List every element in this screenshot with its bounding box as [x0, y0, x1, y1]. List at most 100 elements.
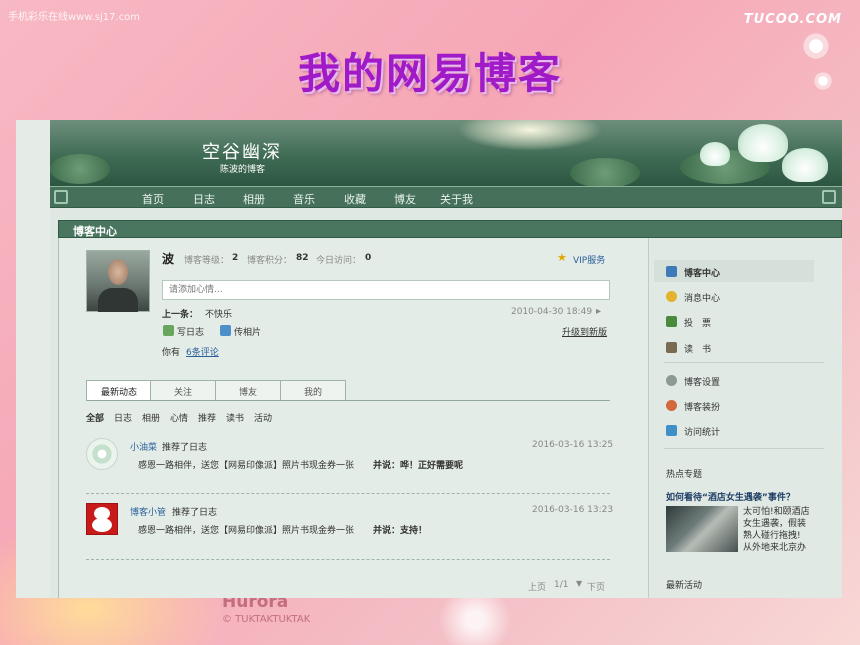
hot-topic-line-2[interactable]: 女生遇袭，假装 [743, 519, 806, 530]
site-logo: TUCOO.COM [743, 12, 842, 27]
hot-topic-title[interactable]: 如何看待“酒店女生遇袭”事件？ [666, 490, 795, 503]
blog-points-label: 博客积分： [247, 256, 293, 266]
nav-albums[interactable]: 相册 [243, 191, 265, 207]
mood-input[interactable] [162, 280, 610, 300]
comments-link[interactable]: 6条评论 [186, 345, 219, 358]
palette-icon [666, 400, 677, 411]
feed-note: 并说：支持！ [373, 526, 428, 536]
vote-icon [666, 316, 677, 327]
today-visits-value: 0 [365, 253, 372, 263]
stats-icon [666, 425, 677, 436]
leaf-decoration [570, 158, 640, 188]
sparkle-decoration [420, 595, 530, 645]
tabs-underline [86, 400, 610, 401]
left-strip [16, 120, 50, 598]
gear-icon [666, 375, 677, 386]
feed-separator [86, 559, 610, 560]
nav-logs[interactable]: 日志 [193, 191, 215, 207]
profile-name[interactable]: 波 [162, 250, 174, 267]
message-icon [666, 291, 677, 302]
bottom-logo-subtext: © TUKTAKTUKTAK [222, 614, 311, 625]
latest-activity-label: 最新活动 [666, 581, 703, 591]
hot-topic-image[interactable] [666, 506, 738, 552]
leaf-decoration [50, 154, 110, 184]
previous-mood-label: 上一条： [162, 310, 199, 320]
slide-title: 我的网易博客 [297, 49, 562, 98]
pager-page: 1/1 [554, 580, 569, 590]
filter-reading[interactable]: 读书 [226, 411, 244, 424]
blog-banner [50, 120, 842, 188]
nav-favorites[interactable]: 收藏 [344, 191, 366, 207]
sidebar-item-decorate[interactable]: 博客装扮 [684, 400, 720, 413]
sidebar-item-stats[interactable]: 访问统计 [684, 425, 720, 438]
nav-ornament [54, 190, 68, 204]
feed-action: 推荐了日志 [162, 443, 208, 453]
filter-albums[interactable]: 相册 [142, 411, 160, 424]
sidebar-item-vote[interactable]: 投 票 [684, 316, 711, 329]
feed-time: 2016-03-16 13:23 [532, 505, 614, 515]
filter-all[interactable]: 全部 [86, 411, 104, 424]
vip-service-link[interactable]: VIP服务 [573, 253, 605, 266]
filter-logs[interactable]: 日志 [114, 411, 132, 424]
tab-following[interactable]: 关注 [150, 380, 216, 400]
feed-user[interactable]: 博客小管 [130, 505, 166, 518]
feed-separator [86, 493, 610, 494]
sidebar-item-messages[interactable]: 消息中心 [684, 291, 720, 304]
previous-mood-time: 2010-04-30 18:49 [511, 307, 593, 317]
blog-title: 空谷幽深 [202, 142, 282, 163]
feed-action: 推荐了日志 [172, 508, 218, 518]
sidebar-active-highlight [654, 260, 814, 282]
panel-title: 博客中心 [73, 225, 117, 238]
nav-home[interactable]: 首页 [142, 191, 164, 207]
lotus-decoration [738, 124, 788, 162]
hot-topic-line-3[interactable]: 熟人碰行拖拽! [743, 531, 801, 542]
feed-user[interactable]: 小油菜 [130, 440, 157, 453]
sidebar-divider [664, 362, 824, 363]
comments-prefix: 你有 [162, 348, 181, 358]
write-log-icon [163, 325, 174, 336]
panel-header: 博客中心 [58, 220, 842, 238]
filter-recommend[interactable]: 推荐 [198, 411, 216, 424]
tab-latest[interactable]: 最新动态 [86, 380, 152, 401]
previous-mood-text: 不快乐 [205, 310, 233, 320]
sidebar-item-blog-center[interactable]: 博客中心 [684, 266, 720, 279]
blog-level-label: 博客等级： [184, 256, 230, 266]
today-visits-label: 今日访问： [316, 256, 362, 266]
avatar-body [98, 288, 138, 312]
book-icon [666, 342, 677, 353]
blog-level-value: 2 [232, 253, 239, 263]
chevron-down-icon[interactable]: ▼ [576, 579, 582, 588]
upload-photo-link[interactable]: 传相片 [234, 325, 261, 338]
blog-points-value: 82 [296, 253, 309, 263]
upgrade-link[interactable]: 升级到新版 [562, 325, 607, 338]
feed-note: 并说：哗！正好需要呢 [373, 461, 464, 471]
nav-friends[interactable]: 博友 [394, 191, 416, 207]
filter-events[interactable]: 活动 [254, 411, 272, 424]
snowman-body [92, 518, 112, 532]
sidebar-item-reading[interactable]: 读 书 [684, 342, 711, 355]
upload-photo-icon [220, 325, 231, 336]
hot-topic-line-1[interactable]: 太可怕!和颐酒店 [743, 507, 810, 518]
tab-friends[interactable]: 博友 [215, 380, 281, 400]
star-icon: ★ [557, 251, 567, 264]
pager-next[interactable]: 下页 [587, 580, 605, 593]
sidebar-item-settings[interactable]: 博客设置 [684, 375, 720, 388]
feed-avatar[interactable] [86, 438, 118, 470]
pager-prev[interactable]: 上页 [528, 580, 546, 593]
hot-topic-line-4[interactable]: 从外地来北京办 [743, 543, 806, 554]
sidebar-divider [664, 448, 824, 449]
blog-subtitle: 陈波的博客 [220, 165, 266, 175]
blog-navbar: 首页 日志 相册 音乐 收藏 博友 关于我 [50, 186, 842, 208]
user-icon [666, 266, 677, 277]
feed-content[interactable]: 感恩一路相伴，送您【网易印像派】照片书现金券一张 [138, 523, 354, 536]
filter-mood[interactable]: 心情 [170, 411, 188, 424]
write-log-link[interactable]: 写日志 [177, 325, 204, 338]
feed-time: 2016-03-16 13:25 [532, 440, 614, 450]
tab-mine[interactable]: 我的 [280, 380, 346, 400]
arrow-right-icon[interactable]: ▸ [596, 306, 601, 317]
feed-content[interactable]: 感恩一路相伴，送您【网易印像派】照片书现金券一张 [138, 458, 354, 471]
nav-music[interactable]: 音乐 [293, 191, 315, 207]
nav-about[interactable]: 关于我 [440, 191, 473, 207]
hot-topics-label: 热点专题 [666, 470, 703, 480]
nav-ornament [822, 190, 836, 204]
